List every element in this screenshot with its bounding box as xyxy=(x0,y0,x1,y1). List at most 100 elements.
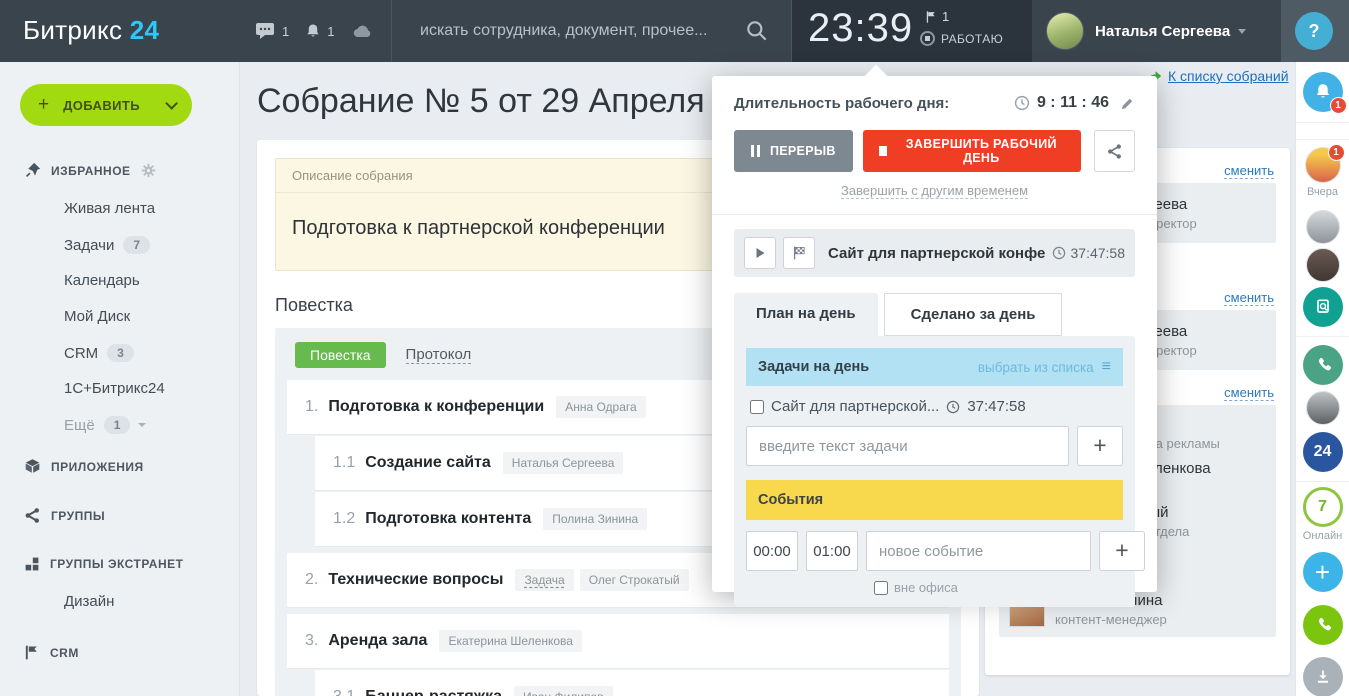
search-input[interactable] xyxy=(420,22,744,40)
current-time: 23:39 xyxy=(808,6,913,51)
clock-icon xyxy=(1014,95,1030,111)
chat-contact-avatar[interactable] xyxy=(1306,210,1340,244)
help-area: ? xyxy=(1281,0,1349,62)
right-rail: 1 1 Вчера 24 7 Онлайн + xyxy=(1295,62,1349,696)
agenda-item-title: Подготовка к конференции xyxy=(328,398,544,416)
call-history-button[interactable] xyxy=(1303,345,1343,385)
sidebar-section-apps[interactable]: ПРИЛОЖЕНИЯ xyxy=(24,458,144,475)
pencil-icon[interactable] xyxy=(1120,96,1135,111)
add-task-button[interactable]: + xyxy=(1077,426,1123,466)
sidebar-section-favorites[interactable]: ИЗБРАННОЕ xyxy=(24,162,156,179)
agenda-item-number: 3.1 xyxy=(333,688,355,696)
flag-count: 1 xyxy=(942,9,949,24)
avatar[interactable] xyxy=(1046,12,1084,50)
add-event-button[interactable]: + xyxy=(1099,531,1145,571)
back-to-meetings-link[interactable]: К списку собраний xyxy=(1146,68,1289,84)
current-task-title[interactable]: Сайт для партнерской конфер... xyxy=(828,245,1045,262)
add-button[interactable]: + ДОБАВИТЬ xyxy=(20,84,192,126)
groups-header-label: ГРУППЫ xyxy=(51,509,105,523)
notification-badge: 1 xyxy=(1330,97,1347,114)
plan-task-label[interactable]: Сайт для партнерской... xyxy=(771,398,939,415)
bitrix24-network-button[interactable]: 24 xyxy=(1303,432,1343,472)
sidebar-item-calendar[interactable]: Календарь xyxy=(64,272,140,289)
more-count-badge: 1 xyxy=(104,416,131,434)
sidebar-item-1c-bitrix24[interactable]: 1С+Битрикс24 xyxy=(64,380,165,397)
sidebar-section-extranet[interactable]: ГРУППЫ ЭКСТРАНЕТ xyxy=(24,556,183,572)
chat-contact-avatar[interactable] xyxy=(1306,248,1340,282)
tab-agenda[interactable]: Повестка xyxy=(295,342,386,368)
logo[interactable]: Битрикс 24 xyxy=(23,15,159,46)
tab-day-done[interactable]: Сделано за день xyxy=(884,293,1063,336)
sidebar-item-crm[interactable]: CRM3 xyxy=(64,344,134,362)
online-label: Онлайн xyxy=(1303,530,1342,542)
event-time-from-input[interactable] xyxy=(746,531,798,571)
flag-icon xyxy=(925,10,938,24)
user-name: Наталья Сергеева xyxy=(1095,23,1230,40)
event-time-to-input[interactable] xyxy=(806,531,858,571)
pause-button[interactable]: ПЕРЕРЫВ xyxy=(734,130,853,172)
agenda-item-3-1[interactable]: 3.1 Баннер-растяжка Иван Филипов xyxy=(315,670,949,696)
b24-label: 24 xyxy=(1314,443,1332,461)
tab-protocol[interactable]: Протокол xyxy=(406,346,472,364)
choose-from-list-link[interactable]: выбрать из списка xyxy=(978,360,1094,375)
sidebar-item-tasks[interactable]: Задачи7 xyxy=(64,236,150,254)
current-task-row: Сайт для партнерской конфер... 37:47:58 xyxy=(734,229,1135,277)
search-icon[interactable] xyxy=(744,18,770,44)
share-button[interactable] xyxy=(1094,130,1135,172)
tab-day-plan[interactable]: План на день xyxy=(734,293,878,336)
play-task-button[interactable] xyxy=(744,237,776,269)
change-members-link[interactable]: сменить xyxy=(1224,385,1274,401)
task-checkbox[interactable] xyxy=(750,400,764,414)
change-secretary-link[interactable]: сменить xyxy=(1224,290,1274,306)
agenda-item-assignee: Иван Филипов xyxy=(514,686,613,696)
pause-label: ПЕРЕРЫВ xyxy=(770,144,836,158)
user-menu[interactable]: Наталья Сергеева xyxy=(1032,0,1281,62)
play-icon xyxy=(754,247,766,259)
cloud-button[interactable] xyxy=(351,22,375,40)
sidebar-item-label: Календарь xyxy=(64,272,140,289)
sidebar-section-crm[interactable]: CRM xyxy=(24,644,79,661)
out-of-office-checkbox[interactable] xyxy=(874,581,888,595)
finish-other-time-link[interactable]: Завершить с другим временем xyxy=(841,183,1028,199)
notifications-rail-button[interactable]: 1 xyxy=(1303,72,1343,112)
sidebar-item-my-disk[interactable]: Мой Диск xyxy=(64,308,130,325)
new-task-input[interactable] xyxy=(746,426,1069,466)
messenger-button[interactable]: 1 xyxy=(255,21,289,41)
sidebar-item-live-feed[interactable]: Живая лента xyxy=(64,200,155,217)
agenda-item-number: 2. xyxy=(305,571,318,589)
worktime-clock-button[interactable]: 23:39 1 РАБОТАЮ xyxy=(792,0,1032,62)
online-users-button[interactable]: 7 xyxy=(1303,487,1343,527)
change-leader-link[interactable]: сменить xyxy=(1224,163,1274,179)
telephony-button[interactable] xyxy=(1303,605,1343,645)
document-search-icon xyxy=(1313,297,1333,317)
help-button[interactable]: ? xyxy=(1295,12,1333,50)
chat-contact-avatar[interactable]: 1 xyxy=(1305,147,1341,183)
sidebar-item-more[interactable]: Ещё1 xyxy=(64,416,146,434)
sidebar-item-label: Мой Диск xyxy=(64,308,130,325)
sidebar-section-groups[interactable]: ГРУППЫ xyxy=(24,507,105,524)
sidebar-item-label: Живая лента xyxy=(64,200,155,217)
agenda-item-task-link[interactable]: Задача xyxy=(515,569,573,591)
tasks-count-badge: 7 xyxy=(123,236,150,254)
agenda-item-title: Технические вопросы xyxy=(328,571,503,589)
agenda-item-title: Создание сайта xyxy=(365,454,491,472)
hamburger-icon[interactable]: ≡ xyxy=(1102,358,1111,376)
plan-task-item: Сайт для партнерской... 37:47:58 xyxy=(750,398,1119,415)
notifications-button[interactable]: 1 xyxy=(304,22,334,41)
share-nodes-icon xyxy=(24,507,41,524)
invite-add-button[interactable]: + xyxy=(1303,552,1343,592)
new-event-input[interactable] xyxy=(866,531,1091,571)
sidebar-item-design[interactable]: Дизайн xyxy=(64,593,114,610)
chat-contact-avatar[interactable] xyxy=(1306,391,1340,425)
agenda-item-3[interactable]: 3. Аренда зала Екатерина Шеленкова xyxy=(287,614,949,668)
finish-task-button[interactable] xyxy=(783,237,815,269)
download-app-button[interactable] xyxy=(1303,657,1343,696)
chevron-down-icon xyxy=(138,423,146,427)
finish-day-button[interactable]: ЗАВЕРШИТЬ РАБОЧИЙ ДЕНЬ xyxy=(863,130,1081,172)
agenda-item-assignee: Анна Одрага xyxy=(556,396,645,418)
yesterday-label: Вчера xyxy=(1307,186,1338,198)
global-search xyxy=(392,0,792,62)
gear-icon[interactable] xyxy=(141,163,156,178)
divider xyxy=(1296,122,1349,123)
doc-search-button[interactable] xyxy=(1303,287,1343,327)
